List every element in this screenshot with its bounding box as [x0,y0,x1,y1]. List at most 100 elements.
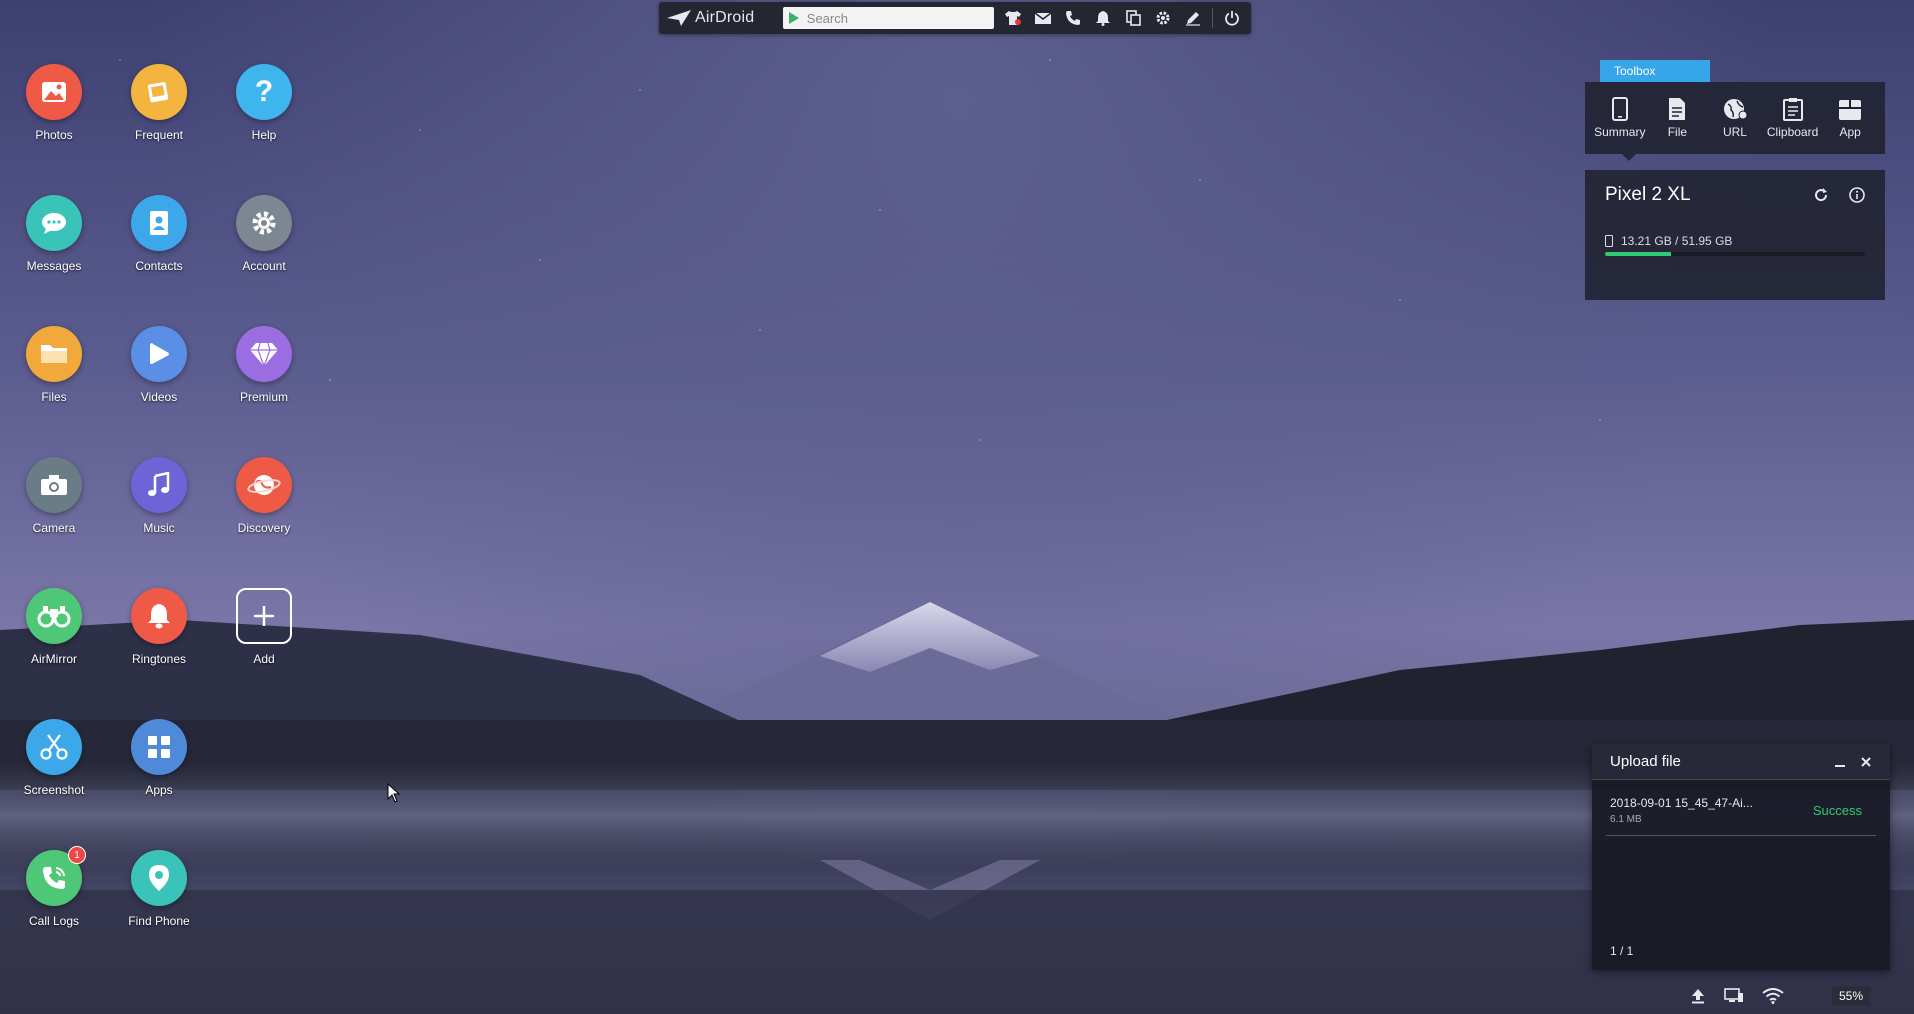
app-tile [26,64,82,120]
app-tile [236,326,292,382]
monitor-icon[interactable] [1724,988,1744,1004]
desktop-app-help[interactable]: ? Help [214,64,314,142]
app-tile [131,195,187,251]
app-label: Frequent [134,128,184,142]
desktop-app-files[interactable]: Files [4,326,104,404]
tool-label: App [1839,125,1861,139]
mail-icon[interactable] [1032,7,1054,29]
minimize-icon[interactable] [1834,756,1846,768]
app-label: Messages [26,259,82,273]
desktop-app-music[interactable]: Music [109,457,209,535]
tool-file[interactable]: File [1649,97,1705,139]
search-box[interactable] [782,7,995,29]
copy-icon[interactable] [1122,7,1144,29]
clipboard-icon [1782,98,1803,121]
pen-icon[interactable] [1182,7,1204,29]
desktop-app-frequent[interactable]: Frequent [109,64,209,142]
phone-icon[interactable] [1062,7,1084,29]
app-label: Photos [35,128,73,142]
gear-icon[interactable] [1152,7,1174,29]
upload-status: Success [1812,803,1862,818]
app-label: Screenshot [23,783,85,797]
app-tile [236,195,292,251]
upload-item[interactable]: 2018-09-01 15_45_47-Ai... 6.1 MB Success [1606,790,1876,836]
close-icon[interactable] [1860,756,1872,768]
upload-panel: Upload file 2018-09-01 15_45_47-Ai... 6.… [1592,744,1890,970]
scissors-icon [39,732,69,762]
messages-icon [40,211,68,235]
tool-app[interactable]: App [1822,97,1878,139]
location-icon [147,863,171,893]
app-label: Apps [145,783,173,797]
airdroid-logo[interactable]: AirDroid [667,9,775,27]
app-tile [131,719,187,775]
toolbox-tab[interactable]: Toolbox [1600,60,1710,82]
desktop-app-messages[interactable]: Messages [4,195,104,273]
desktop-app-ringtones[interactable]: Ringtones [109,588,209,666]
app-label: Ringtones [131,652,187,666]
refresh-icon[interactable] [1813,187,1829,203]
phone-device-icon [1611,97,1628,121]
file-icon [1669,98,1686,120]
help-icon: ? [254,75,274,108]
app-tile [131,457,187,513]
upload-title: Upload file [1610,753,1681,770]
info-icon[interactable] [1849,187,1865,203]
upload-file-name: 2018-09-01 15_45_47-Ai... [1610,796,1753,810]
app-label: Discovery [237,521,291,535]
storage-text: 13.21 GB / 51.95 GB [1621,234,1733,248]
app-tile [26,326,82,382]
desktop-app-apps[interactable]: Apps [109,719,209,797]
bell-icon[interactable] [1092,7,1114,29]
wifi-icon[interactable] [1762,988,1784,1004]
desktop-app-camera[interactable]: Camera [4,457,104,535]
search-input[interactable] [806,10,987,26]
app-label: Help [251,128,277,142]
desktop-app-find-phone[interactable]: Find Phone [109,850,209,928]
desktop-app-add[interactable]: Add [214,588,314,666]
storage-phone-icon [1605,235,1613,247]
paper-plane-icon [667,10,691,26]
desktop-app-videos[interactable]: Videos [109,326,209,404]
toolbar-separator [1212,8,1214,28]
desktop-app-premium[interactable]: Premium [214,326,314,404]
tool-clipboard[interactable]: Clipboard [1765,97,1821,139]
folder-icon [39,342,69,366]
desktop-app-screenshot[interactable]: Screenshot [4,719,104,797]
desktop-app-call-logs[interactable]: 1 Call Logs [4,846,104,928]
desktop-app-contacts[interactable]: Contacts [109,195,209,273]
app-tile: ? [236,64,292,120]
app-label: Account [242,259,286,273]
toolbox-pointer [1622,154,1636,161]
tool-url[interactable]: URL [1707,97,1763,139]
upload-icon[interactable] [1690,988,1706,1004]
desktop-app-airmirror[interactable]: AirMirror [4,588,104,666]
camera-icon [39,473,69,497]
photos-icon [40,80,68,104]
device-name: Pixel 2 XL [1605,184,1691,205]
desktop-app-account[interactable]: Account [214,195,314,273]
tool-summary[interactable]: Summary [1592,97,1648,139]
play-store-icon [788,12,799,24]
plus-icon [249,601,279,631]
play-icon [147,341,171,367]
shirt-icon[interactable] [1002,7,1024,29]
app-label: Call Logs [28,914,80,928]
music-icon [146,472,172,498]
call-icon [40,864,68,892]
power-icon[interactable] [1221,7,1243,29]
desktop-app-photos[interactable]: Photos [4,64,104,142]
app-tile [131,326,187,382]
app-label: Find Phone [128,914,190,928]
desktop-app-discovery[interactable]: Discovery [214,457,314,535]
app-tile [26,588,82,644]
app-label: Videos [140,390,178,404]
app-label: Add [253,652,275,666]
storage-bar-fill [1605,252,1672,256]
tool-label: File [1667,125,1688,139]
grid-icon [145,733,173,761]
app-label: Camera [32,521,76,535]
app-label: Premium [239,390,288,404]
app-label: AirMirror [31,652,77,666]
app-tile [26,719,82,775]
